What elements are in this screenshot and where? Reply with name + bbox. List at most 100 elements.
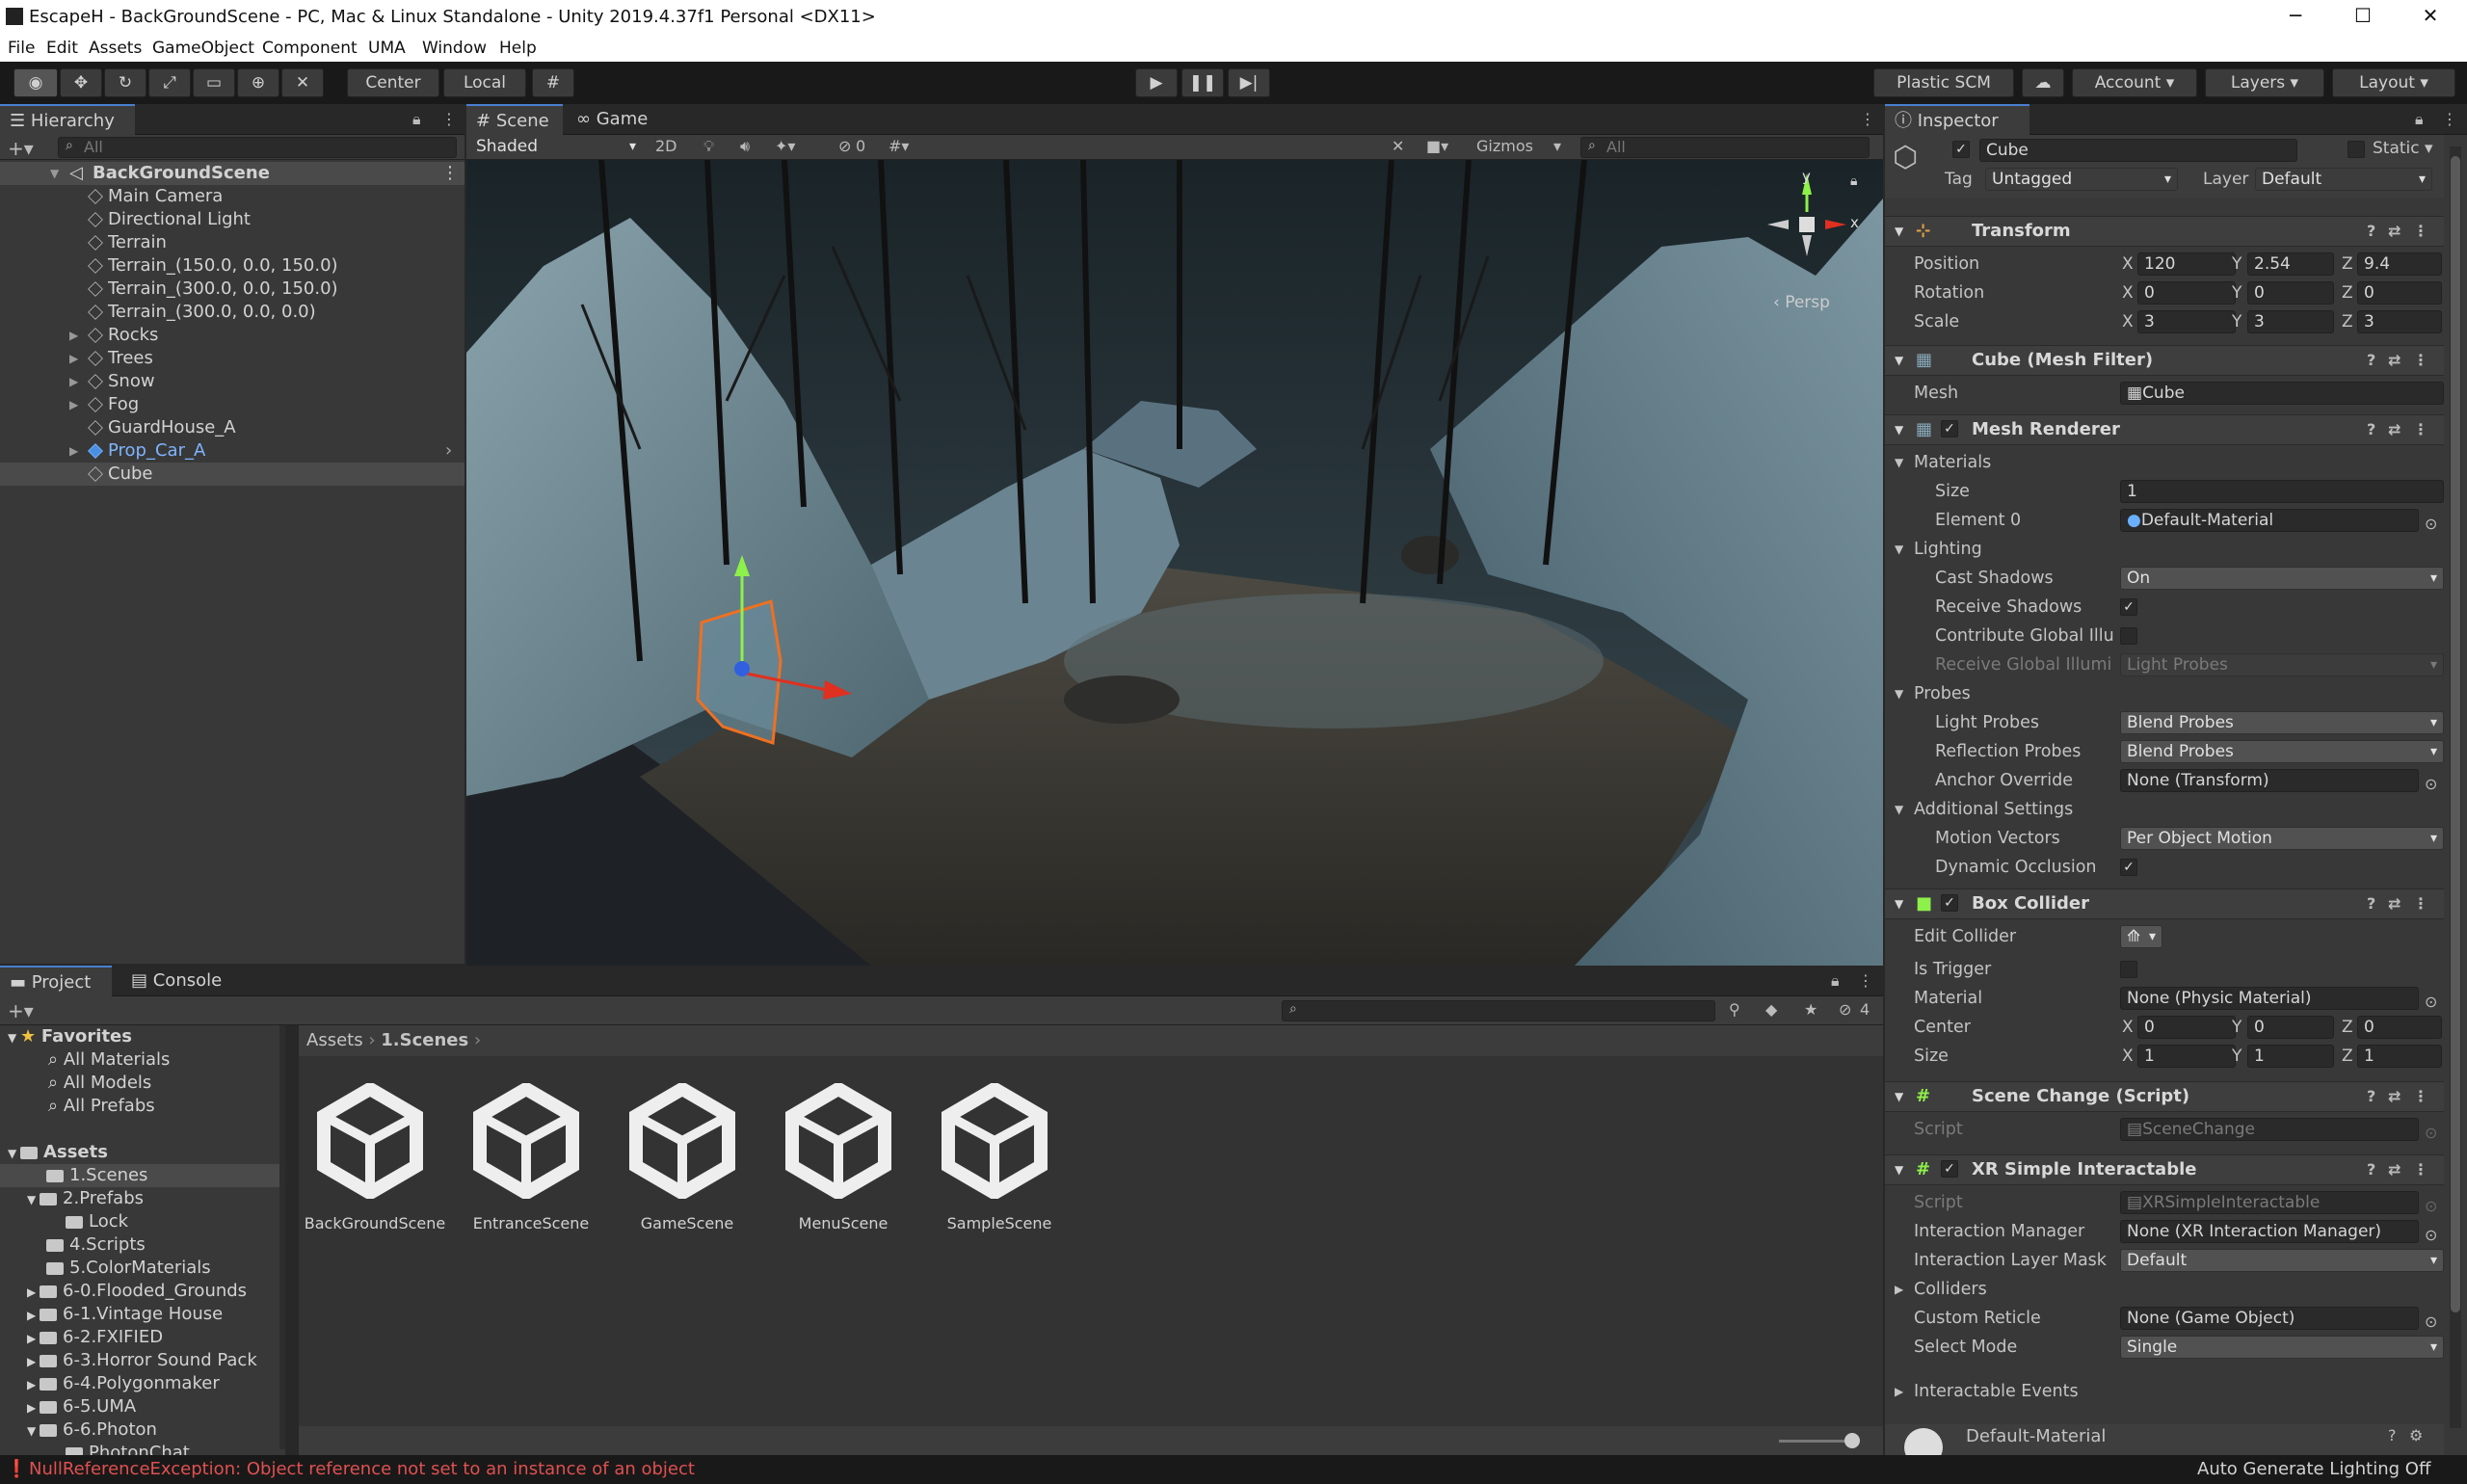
scene-menu-icon[interactable]: ⋮ [441, 162, 459, 185]
menu-file[interactable]: File [8, 39, 35, 58]
collapse-arrow-icon[interactable]: ▶ [69, 347, 78, 370]
create-add-icon[interactable]: +▾ [8, 999, 34, 1022]
materials-foldout[interactable]: ▼ Materials [1885, 449, 2444, 476]
grid-toggle-icon[interactable]: #▾ [889, 137, 909, 155]
hierarchy-search-input[interactable]: All [58, 137, 457, 158]
collider-enabled-checkbox[interactable]: ✓ [1941, 894, 1958, 912]
foldout-arrow-icon[interactable]: ▼ [1895, 1155, 1903, 1184]
tab-console[interactable]: ▤ Console [121, 966, 247, 996]
favorite-item[interactable]: ⌕ All Models [48, 1072, 151, 1095]
snap-button[interactable]: # [532, 68, 574, 97]
hierarchy-item[interactable]: ▶ Snow [0, 370, 464, 393]
materials-size-field[interactable]: 1 [2120, 480, 2444, 503]
xr-interactable-component-header[interactable]: ▼ # ✓ XR Simple Interactable ? ⇄ ⋮ [1885, 1154, 2444, 1185]
search-by-type-icon[interactable]: ⚲ [1729, 1000, 1740, 1019]
rotation-x-field[interactable]: 0 [2137, 281, 2236, 305]
component-menu-icon[interactable]: ⋮ [2413, 1155, 2428, 1184]
scene-search-input[interactable]: All [1580, 137, 1870, 158]
component-menu-icon[interactable]: ⋮ [2413, 1082, 2428, 1111]
hierarchy-item[interactable]: Directional Light [0, 208, 464, 231]
hierarchy-item[interactable]: Terrain_(300.0, 0.0, 0.0) [0, 301, 464, 324]
interaction-manager-field[interactable]: None (XR Interaction Manager) [2120, 1220, 2419, 1243]
expand-arrow-icon[interactable]: ▼ [50, 162, 59, 185]
lighting-foldout[interactable]: ▼ Lighting [1885, 536, 2444, 563]
kebab-menu-icon[interactable]: ⋮ [1858, 971, 1873, 990]
is-trigger-checkbox[interactable] [2120, 961, 2137, 978]
orientation-gizmo[interactable]: y x [1758, 168, 1864, 279]
tab-inspector[interactable]: ⓘ Inspector [1885, 104, 2029, 135]
size-z-field[interactable]: 1 [2357, 1045, 2442, 1068]
folder-item[interactable]: 5.ColorMaterials [46, 1257, 211, 1280]
folder-item[interactable]: ▶ 6-5.UMA [27, 1395, 136, 1418]
cloud-button[interactable]: ☁ [2022, 68, 2064, 97]
hierarchy-item[interactable]: ▶ Rocks [0, 324, 464, 347]
scale-x-field[interactable]: 3 [2137, 310, 2236, 333]
position-x-field[interactable]: 120 [2137, 252, 2236, 276]
size-y-field[interactable]: 1 [2247, 1045, 2334, 1068]
scrollbar-thumb[interactable] [2451, 156, 2460, 1312]
anchor-override-field[interactable]: None (Transform) [2120, 769, 2419, 792]
tag-dropdown[interactable]: Untagged [1985, 168, 2178, 191]
physic-material-field[interactable]: None (Physic Material) [2120, 987, 2419, 1010]
menu-component[interactable]: Component [262, 39, 358, 58]
component-menu-icon[interactable]: ⋮ [2413, 889, 2428, 918]
active-checkbox[interactable]: ✓ [1952, 141, 1970, 158]
probes-foldout[interactable]: ▼ Probes [1885, 680, 2444, 707]
object-name-field[interactable]: Cube [1979, 139, 2297, 162]
xr-enabled-checkbox[interactable]: ✓ [1941, 1160, 1958, 1178]
additional-settings-foldout[interactable]: ▼ Additional Settings [1885, 796, 2444, 823]
size-x-field[interactable]: 1 [2137, 1045, 2236, 1068]
menu-edit[interactable]: Edit [46, 39, 78, 58]
rotation-z-field[interactable]: 0 [2357, 281, 2442, 305]
pivot-center-button[interactable]: Center [347, 68, 439, 97]
kebab-menu-icon[interactable]: ⋮ [2442, 110, 2457, 128]
menu-window[interactable]: Window [422, 39, 487, 58]
edit-collider-button[interactable]: ⟰ [2120, 925, 2162, 948]
renderer-enabled-checkbox[interactable]: ✓ [1941, 420, 1958, 437]
step-button[interactable]: ▶| [1228, 68, 1270, 97]
view-tool-button[interactable]: ◉ [13, 68, 58, 97]
component-menu-icon[interactable]: ⋮ [2413, 217, 2428, 246]
folder-item[interactable]: ▶ 6-1.Vintage House [27, 1303, 223, 1326]
select-mode-dropdown[interactable]: Single [2120, 1336, 2444, 1359]
transform-component-header[interactable]: ▼ ⊹ Transform ? ⇄ ⋮ [1885, 216, 2444, 247]
scene-asset[interactable]: BackGroundScene [305, 1080, 445, 1232]
element0-field[interactable]: ●Default-Material [2120, 509, 2419, 532]
menu-help[interactable]: Help [499, 39, 537, 58]
meshfilter-component-header[interactable]: ▼ ▦ Cube (Mesh Filter) ? ⇄ ⋮ [1885, 345, 2444, 376]
maximize-button[interactable]: ☐ [2344, 4, 2382, 31]
component-menu-icon[interactable]: ⋮ [2413, 415, 2428, 444]
foldout-arrow-icon[interactable]: ▼ [1895, 889, 1903, 918]
center-x-field[interactable]: 0 [2137, 1016, 2236, 1039]
interactable-events-foldout[interactable]: ▶ Interactable Events [1885, 1378, 2444, 1405]
tools-icon[interactable]: ✕ [1392, 137, 1404, 155]
menu-gameobject[interactable]: GameObject [152, 39, 254, 58]
folder-item-selected[interactable]: 1.Scenes [0, 1164, 279, 1187]
light-probes-dropdown[interactable]: Blend Probes [2120, 711, 2444, 734]
folder-item[interactable]: ▶ 6-4.Polygonmaker [27, 1372, 220, 1395]
center-z-field[interactable]: 0 [2357, 1016, 2442, 1039]
hierarchy-item[interactable]: Terrain_(300.0, 0.0, 150.0) [0, 278, 464, 301]
presets-icon[interactable]: ⇄ [2388, 217, 2401, 246]
help-icon[interactable]: ? [2367, 217, 2375, 246]
scene-asset[interactable]: SampleScene [937, 1080, 1052, 1232]
favorites-foldout[interactable]: ▼ ★ Favorites [8, 1025, 132, 1048]
projection-label[interactable]: ‹ Persp [1773, 293, 1830, 312]
position-y-field[interactable]: 2.54 [2247, 252, 2334, 276]
hierarchy-item-prefab[interactable]: ▶ Prop_Car_A › [0, 439, 464, 463]
toggle-2d-button[interactable]: 2D [655, 137, 677, 155]
favorite-star-icon[interactable]: ★ [1804, 1000, 1817, 1019]
custom-reticle-field[interactable]: None (Game Object) [2120, 1307, 2419, 1330]
presets-icon[interactable]: ⇄ [2388, 889, 2401, 918]
folder-item[interactable]: Lock [66, 1210, 128, 1233]
kebab-menu-icon[interactable]: ⋮ [441, 110, 457, 128]
help-icon[interactable]: ? [2388, 1426, 2397, 1444]
foldout-arrow-icon[interactable]: ▼ [1895, 415, 1903, 444]
presets-icon[interactable]: ⇄ [2388, 346, 2401, 375]
folder-item[interactable]: ▼ 6-6.Photon [27, 1418, 157, 1442]
lock-icon[interactable]: 🔒︎ [2415, 110, 2424, 129]
scale-y-field[interactable]: 3 [2247, 310, 2334, 333]
lock-icon[interactable]: 🔒︎ [1831, 971, 1840, 991]
kebab-menu-icon[interactable]: ⋮ [1860, 110, 1875, 128]
breadcrumb-assets[interactable]: Assets [306, 1030, 363, 1050]
